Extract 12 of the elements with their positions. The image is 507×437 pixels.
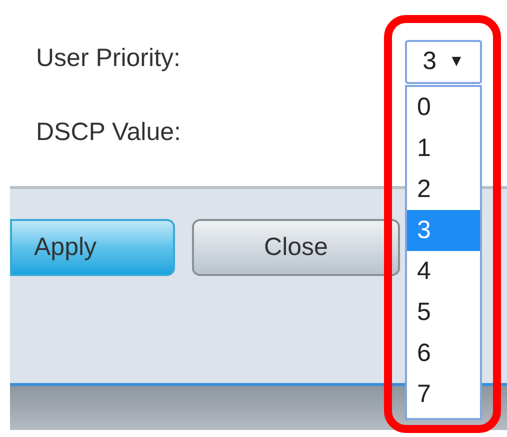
dropdown-option[interactable]: 1 <box>407 128 480 169</box>
dropdown-option[interactable]: 5 <box>407 292 480 333</box>
field-label: User Priority: <box>36 44 180 72</box>
dropdown-option[interactable]: 6 <box>407 333 480 374</box>
apply-button[interactable]: Apply <box>10 219 175 276</box>
dropdown-option[interactable]: 2 <box>407 169 480 210</box>
dropdown-option[interactable]: 7 <box>407 374 480 415</box>
dropdown-option[interactable]: 0 <box>407 87 480 128</box>
field-label: DSCP Value: <box>36 118 181 146</box>
close-button[interactable]: Close <box>192 219 400 276</box>
priority-select[interactable]: 3 ▼ <box>405 40 482 84</box>
dropdown-option[interactable]: 4 <box>407 251 480 292</box>
